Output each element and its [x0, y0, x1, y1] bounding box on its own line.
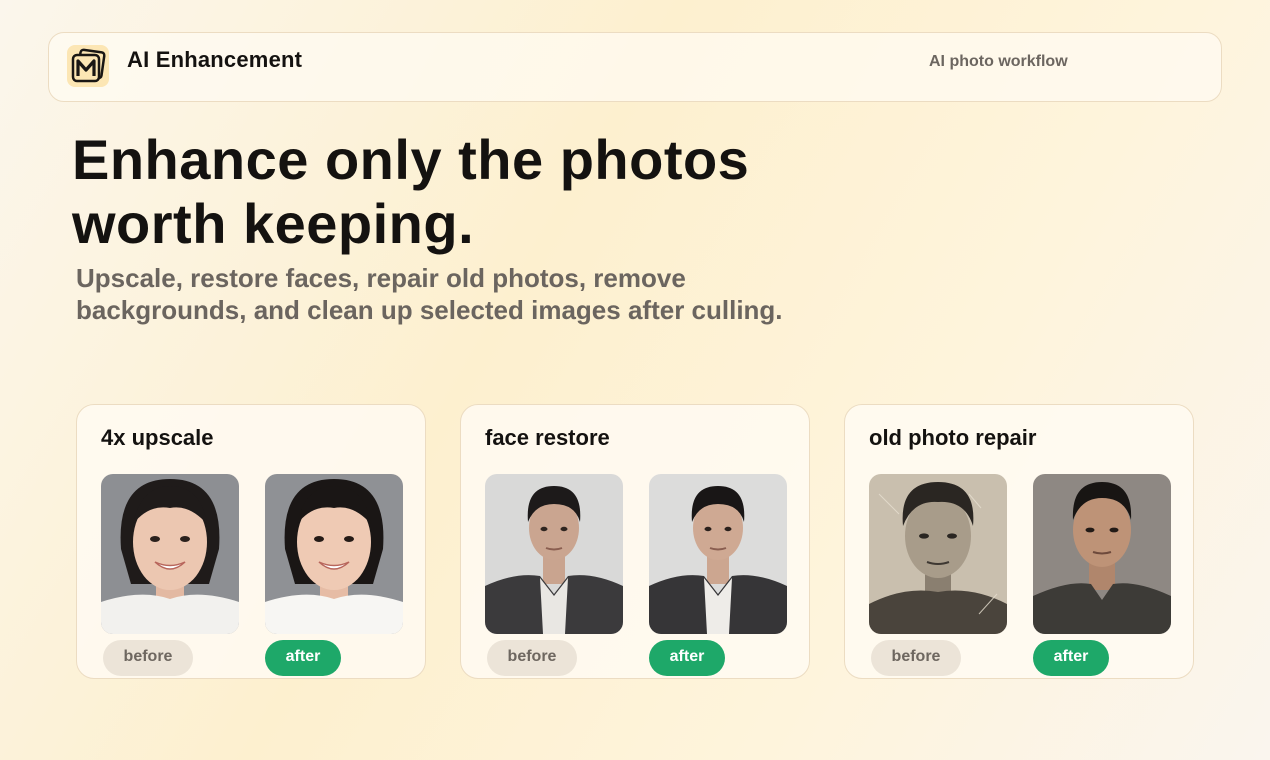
before-badge: before [103, 640, 193, 676]
after-photo [265, 474, 403, 634]
card-upscale: 4x upscale before after [76, 404, 426, 679]
before-badge: before [871, 640, 961, 676]
top-header: AI Enhancement AI photo workflow [48, 32, 1222, 102]
m-logo-icon[interactable] [67, 45, 109, 87]
card-old-photo-repair: old photo repair before after [844, 404, 1194, 679]
brand-name: AI Enhancement [127, 47, 303, 72]
before-photo [485, 474, 623, 634]
after-badge: after [649, 640, 725, 676]
header-tagline: AI photo workflow [929, 53, 1068, 70]
after-photo [649, 474, 787, 634]
before-photo [869, 474, 1007, 634]
before-badge: before [487, 640, 577, 676]
hero-title: Enhance only the photos worth keeping. [72, 128, 750, 255]
card-face-restore: face restore before after [460, 404, 810, 679]
card-title: 4x upscale [101, 425, 214, 450]
hero-subtitle: Upscale, restore faces, repair old photo… [76, 263, 783, 325]
card-title: face restore [485, 425, 610, 450]
after-photo [1033, 474, 1171, 634]
before-photo [101, 474, 239, 634]
after-badge: after [1033, 640, 1109, 676]
card-title: old photo repair [869, 425, 1037, 450]
after-badge: after [265, 640, 341, 676]
